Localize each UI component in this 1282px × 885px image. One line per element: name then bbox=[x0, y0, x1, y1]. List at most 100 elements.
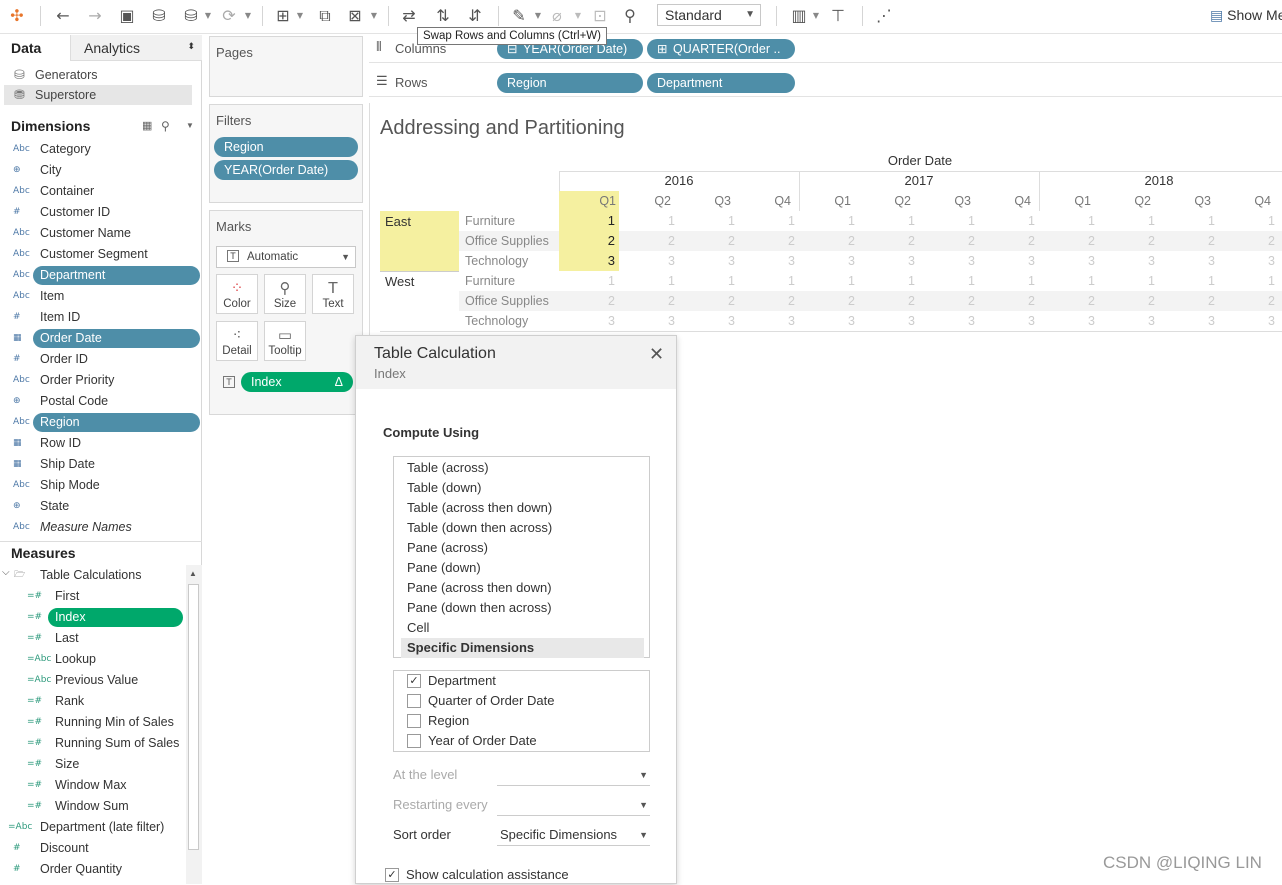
rows-pill-department[interactable]: Department bbox=[647, 73, 795, 93]
dimension-field[interactable]: ⊕ State bbox=[0, 496, 200, 516]
sort-descending-icon[interactable]: ⇵ bbox=[464, 5, 486, 27]
checkbox[interactable] bbox=[407, 714, 421, 728]
measure-field[interactable]: =Abc Department (late filter) bbox=[0, 817, 200, 837]
restarting-dropdown[interactable]: ▼ bbox=[497, 794, 650, 816]
measure-field[interactable]: =# Running Min of Sales bbox=[0, 712, 200, 732]
dimension-field[interactable]: Abc Item bbox=[0, 286, 200, 306]
chevron-down-icon[interactable]: ▼ bbox=[296, 5, 304, 27]
refresh-icon[interactable]: ⟳ bbox=[218, 5, 240, 27]
show-assistance-checkbox[interactable]: ✓ Show calculation assistance bbox=[385, 865, 625, 885]
measure-field[interactable]: # Order Quantity bbox=[0, 859, 200, 879]
dimension-checkbox-row[interactable]: Quarter of Order Date bbox=[407, 691, 617, 711]
compute-option[interactable]: Pane (down) bbox=[401, 558, 644, 578]
compute-option[interactable]: Pane (across) bbox=[401, 538, 644, 558]
dimension-field[interactable]: Abc Order Priority bbox=[0, 370, 200, 390]
specific-dimensions-list[interactable]: ✓ Department Quarter of Order Date Region Ye… bbox=[393, 670, 650, 752]
dimension-field[interactable]: # Order ID bbox=[0, 349, 200, 369]
measure-field[interactable]: =Abc Lookup bbox=[0, 649, 200, 669]
redo-icon[interactable]: → bbox=[84, 5, 106, 27]
measure-field[interactable]: =# Index bbox=[0, 607, 200, 627]
highlight-icon[interactable]: ✎ bbox=[508, 5, 530, 27]
text-button[interactable]: T Text bbox=[312, 274, 354, 314]
show-me-button[interactable]: ▤ Show Me bbox=[1210, 7, 1282, 24]
dimension-field[interactable]: ⊕ Postal Code bbox=[0, 391, 200, 411]
tab-analytics[interactable]: Analytics ⬍ bbox=[70, 35, 202, 61]
compute-option[interactable]: Specific Dimensions bbox=[401, 638, 644, 658]
compute-option[interactable]: Table (down then across) bbox=[401, 518, 644, 538]
checkbox[interactable] bbox=[407, 694, 421, 708]
dimension-field[interactable]: ▦ Order Date bbox=[0, 328, 200, 348]
filter-pill-year[interactable]: YEAR(Order Date) bbox=[214, 160, 358, 180]
tableau-logo-icon[interactable]: ✣ bbox=[7, 5, 27, 27]
compute-option[interactable]: Table (across then down) bbox=[401, 498, 644, 518]
pages-card[interactable]: Pages bbox=[209, 36, 363, 97]
labels-icon[interactable]: ⊡ bbox=[589, 5, 611, 27]
share-icon[interactable]: ⋰ bbox=[873, 5, 895, 27]
grid-icon[interactable]: ▦ bbox=[142, 115, 152, 137]
dimension-field[interactable]: Abc Ship Mode bbox=[0, 475, 200, 495]
pin-icon[interactable]: ⚲ bbox=[619, 5, 641, 27]
sort-order-dropdown[interactable]: Specific Dimensions ▼ bbox=[497, 824, 650, 846]
detail-button[interactable]: ⁖ Detail bbox=[216, 321, 258, 361]
chevron-down-icon[interactable]: ▼ bbox=[574, 5, 582, 27]
chevron-down-icon[interactable]: ▼ bbox=[370, 5, 378, 27]
dimension-field[interactable]: Abc Department bbox=[0, 265, 200, 285]
dimension-field[interactable]: Abc Category bbox=[0, 139, 200, 159]
new-datasource-icon[interactable]: ⛁ bbox=[148, 5, 170, 27]
clear-sheet-icon[interactable]: ⊠ bbox=[344, 5, 366, 27]
checkbox[interactable] bbox=[407, 734, 421, 748]
measure-field[interactable]: 🗁 ⌵ Table Calculations bbox=[0, 565, 200, 585]
mark-type-dropdown[interactable]: T Automatic ▼ bbox=[216, 246, 356, 268]
dimension-field[interactable]: Abc Customer Name bbox=[0, 223, 200, 243]
view-size-dropdown[interactable]: Standard ▼ bbox=[657, 4, 761, 26]
compute-option[interactable]: Cell bbox=[401, 618, 644, 638]
tooltip-button[interactable]: ▭ Tooltip bbox=[264, 321, 306, 361]
chevron-down-icon[interactable]: ▼ bbox=[244, 5, 252, 27]
rows-shelf[interactable]: ☰ Rows Region Department bbox=[369, 69, 1282, 97]
compute-option[interactable]: Table (down) bbox=[401, 478, 644, 498]
measure-field[interactable]: =# Size bbox=[0, 754, 200, 774]
size-button[interactable]: ⚲ Size bbox=[264, 274, 306, 314]
dimension-field[interactable]: Abc Region bbox=[0, 412, 200, 432]
search-icon[interactable]: ⚲ bbox=[161, 115, 170, 137]
rows-pill-region[interactable]: Region bbox=[497, 73, 643, 93]
chevron-down-icon[interactable]: ▼ bbox=[534, 5, 542, 27]
measure-field[interactable]: =# Window Sum bbox=[0, 796, 200, 816]
dimension-field[interactable]: ▦ Ship Date bbox=[0, 454, 200, 474]
filters-card[interactable]: Filters Region YEAR(Order Date) bbox=[209, 104, 363, 203]
pause-updates-icon[interactable]: ⛁ bbox=[180, 5, 202, 27]
swap-rows-columns-icon[interactable]: ⇄ bbox=[398, 5, 420, 27]
datasource-item[interactable]: ⛃ Superstore bbox=[4, 85, 192, 105]
compute-using-list[interactable]: Table (across) Table (down) Table (across … bbox=[393, 456, 650, 658]
dimension-checkbox-row[interactable]: Year of Order Date bbox=[407, 731, 617, 751]
dimension-field[interactable]: Abc Customer Segment bbox=[0, 244, 200, 264]
measure-field[interactable]: =Abc Previous Value bbox=[0, 670, 200, 690]
undo-icon[interactable]: ← bbox=[52, 5, 74, 27]
presentation-mode-icon[interactable]: ⊤ bbox=[827, 5, 849, 27]
filter-pill-region[interactable]: Region bbox=[214, 137, 358, 157]
dimension-field[interactable]: ▦ Row ID bbox=[0, 433, 200, 453]
dimension-checkbox-row[interactable]: ✓ Department bbox=[407, 671, 617, 691]
chevron-down-icon[interactable]: ⌵ bbox=[2, 563, 10, 583]
dimension-field[interactable]: ⊕ City bbox=[0, 160, 200, 180]
measure-field[interactable]: =# Window Max bbox=[0, 775, 200, 795]
checkbox[interactable]: ✓ bbox=[407, 674, 421, 688]
datasource-item[interactable]: ⛁ Generators bbox=[4, 65, 192, 85]
dimension-checkbox-row[interactable]: Region bbox=[407, 711, 617, 731]
dimension-field[interactable]: Abc Measure Names bbox=[0, 517, 200, 537]
chevron-down-icon[interactable]: ▼ bbox=[204, 5, 212, 27]
color-button[interactable]: ⁘ Color bbox=[216, 274, 258, 314]
tab-data[interactable]: Data bbox=[0, 35, 70, 61]
measure-field[interactable]: =# Last bbox=[0, 628, 200, 648]
chevron-down-icon[interactable]: ▼ bbox=[812, 5, 820, 27]
at-level-dropdown[interactable]: ▼ bbox=[497, 764, 650, 786]
checkbox[interactable]: ✓ bbox=[385, 868, 399, 882]
dimension-field[interactable]: # Item ID bbox=[0, 307, 200, 327]
save-icon[interactable]: ▣ bbox=[116, 5, 138, 27]
measure-field[interactable]: =# Running Sum of Sales bbox=[0, 733, 200, 753]
group-icon[interactable]: ⌀ bbox=[546, 5, 568, 27]
marks-pill-index[interactable]: Index Δ bbox=[241, 372, 353, 392]
compute-option[interactable]: Table (across) bbox=[401, 458, 644, 478]
dimension-field[interactable]: # Customer ID bbox=[0, 202, 200, 222]
measure-field[interactable]: =# Rank bbox=[0, 691, 200, 711]
